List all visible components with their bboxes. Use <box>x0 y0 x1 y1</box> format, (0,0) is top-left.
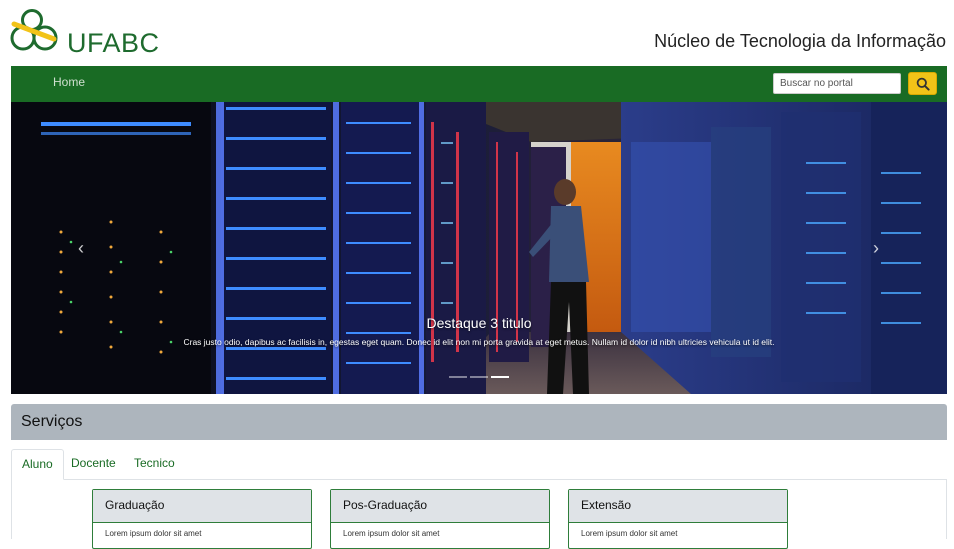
datacenter-photo <box>11 102 947 394</box>
service-card-graduacao[interactable]: Graduação Lorem ipsum dolor sit amet <box>92 489 312 549</box>
carousel-indicator-active[interactable] <box>491 376 509 378</box>
tab-aluno[interactable]: Aluno <box>11 449 64 480</box>
carousel-indicator[interactable] <box>470 376 488 378</box>
card-body: Lorem ipsum dolor sit amet <box>581 529 678 538</box>
logo-mark-icon <box>10 9 58 51</box>
logo-text: UFABC <box>67 28 160 58</box>
carousel-indicator[interactable] <box>449 376 467 378</box>
card-body: Lorem ipsum dolor sit amet <box>105 529 202 538</box>
services-title: Serviços <box>21 413 83 430</box>
carousel-prev-icon[interactable]: ‹ <box>71 238 91 258</box>
site-title: Núcleo de Tecnologia da Informação <box>654 31 946 51</box>
carousel-caption-title: Destaque 3 titulo <box>426 315 532 331</box>
services-tabs: Aluno Docente Tecnico <box>11 449 947 480</box>
card-title: Graduação <box>93 490 311 523</box>
search-icon <box>916 77 930 91</box>
service-card-extensao[interactable]: Extensão Lorem ipsum dolor sit amet <box>568 489 788 549</box>
card-title: Pos-Graduação <box>331 490 549 523</box>
card-body: Lorem ipsum dolor sit amet <box>343 529 440 538</box>
carousel-caption-text: Cras justo odio, dapibus ac facilisis in… <box>183 337 775 347</box>
tab-tecnico[interactable]: Tecnico <box>124 449 185 478</box>
main-navbar: Home <box>11 66 947 102</box>
card-title: Extensão <box>569 490 787 523</box>
search-button[interactable] <box>908 72 937 95</box>
service-card-pos-graduacao[interactable]: Pos-Graduação Lorem ipsum dolor sit amet <box>330 489 550 549</box>
ufabc-logo[interactable]: UFABC <box>10 6 170 58</box>
carousel-next-icon[interactable]: › <box>866 238 886 258</box>
hero-carousel: ‹ › Destaque 3 titulo Cras justo odio, d… <box>11 102 947 394</box>
search-input[interactable] <box>773 73 901 94</box>
page-header: UFABC Núcleo de Tecnologia da Informação <box>0 0 954 66</box>
nav-home-link[interactable]: Home <box>53 74 85 90</box>
tab-panel-aluno: Graduação Lorem ipsum dolor sit amet Pos… <box>11 479 947 549</box>
tab-docente[interactable]: Docente <box>61 449 126 478</box>
carousel-indicators <box>449 376 512 380</box>
services-section-header: Serviços <box>11 404 947 440</box>
